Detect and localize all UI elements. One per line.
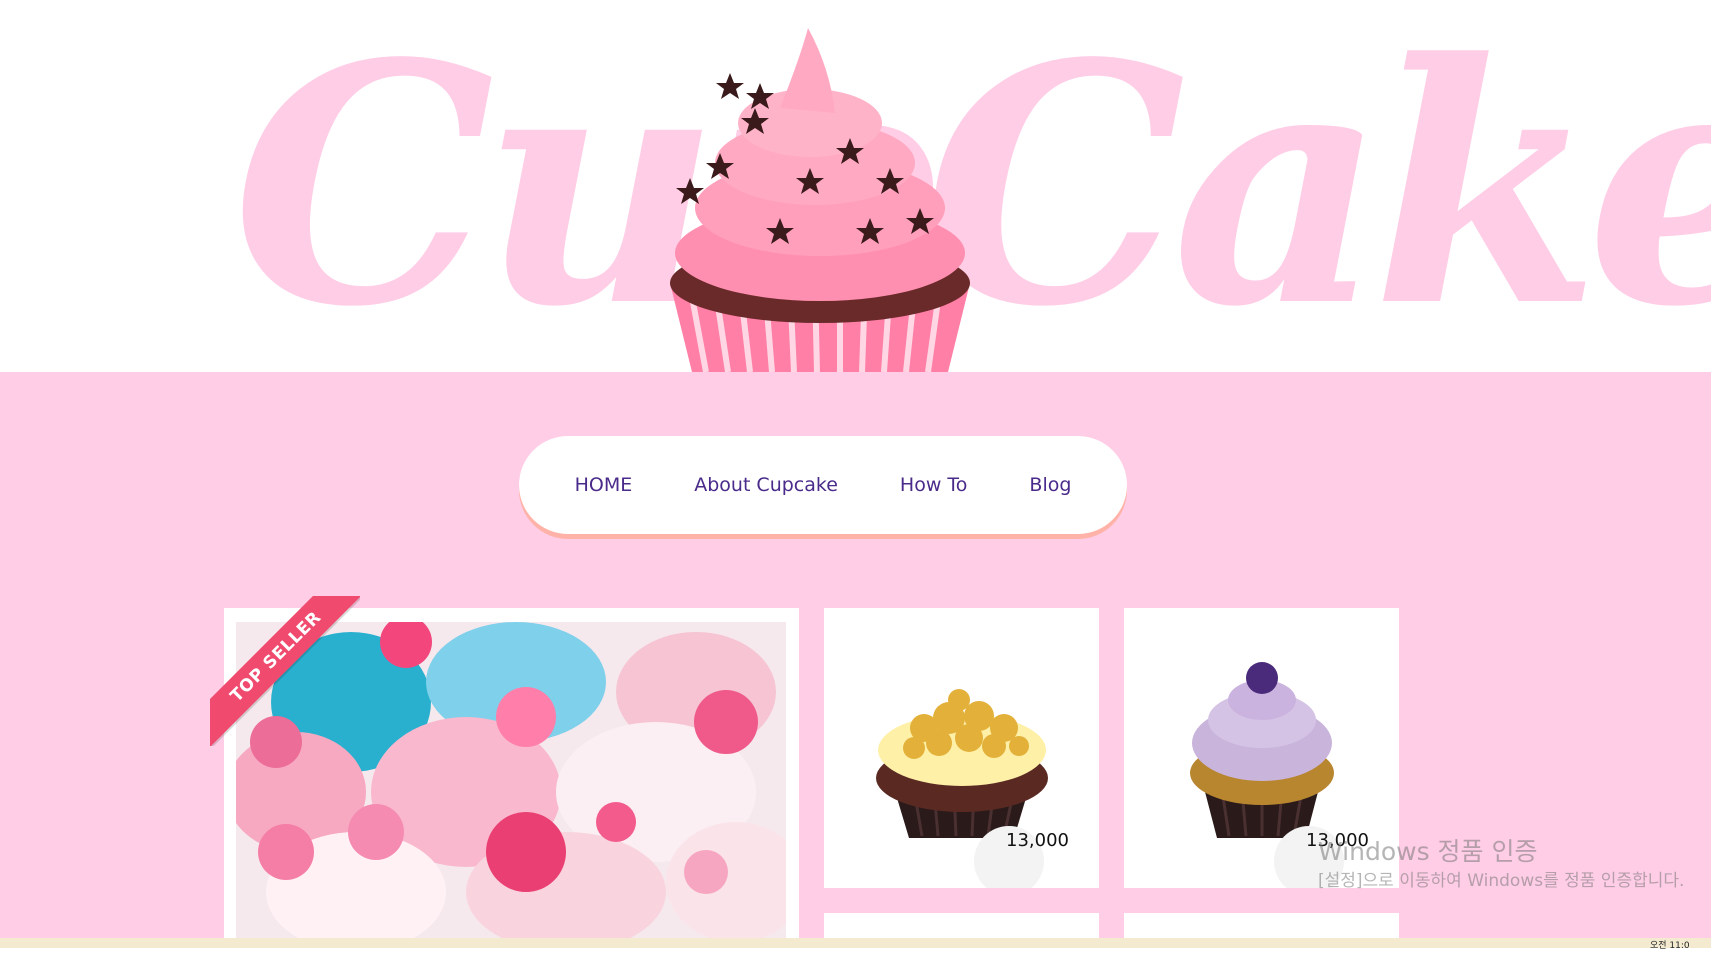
hero-cupcake-image — [670, 28, 970, 372]
product-price: 13,000 — [1006, 830, 1069, 851]
windows-activation-subtitle: [설정]으로 이동하여 Windows를 정품 인증합니다. — [1318, 871, 1685, 891]
nav-item-about-cupcake[interactable]: About Cupcake — [694, 474, 838, 496]
windows-activation-title: Windows 정품 인증 — [1318, 837, 1538, 866]
product-card[interactable]: 13,000 — [824, 608, 1099, 888]
nav-item-how-to[interactable]: How To — [900, 474, 968, 496]
featured-product-card[interactable]: TOP SELLER — [210, 596, 799, 948]
nav-item-home[interactable]: HOME — [575, 474, 633, 496]
site-header: CupCake — [0, 0, 1711, 372]
taskbar-clock[interactable]: 오전 11:0 — [1650, 938, 1690, 951]
top-seller-ribbon: TOP SELLER — [210, 596, 360, 746]
top-seller-badge: TOP SELLER — [210, 596, 360, 746]
main-nav: HOME About Cupcake How To Blog — [519, 436, 1127, 534]
taskbar — [0, 938, 1711, 948]
nav-item-blog[interactable]: Blog — [1029, 474, 1071, 496]
